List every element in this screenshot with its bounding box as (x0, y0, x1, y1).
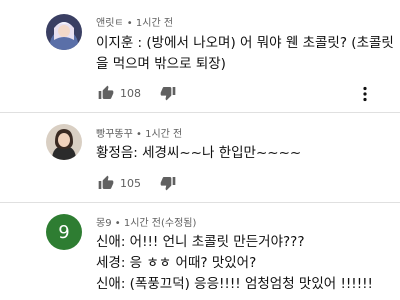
comment-text: 신애: 어!!! 언니 초콜릿 만든거야??? 세경: 응 ㅎㅎ 어때? 맛있어… (96, 232, 392, 295)
author-name[interactable]: 빵꾸똥꾸 (96, 129, 133, 140)
comment-line: 신애: 어!!! 언니 초콜릿 만든거야??? (96, 234, 305, 250)
separator: • (114, 218, 121, 229)
avatar-letter: 9 (58, 221, 70, 243)
comment-line: 을 먹으며 밖으로 퇴장) (96, 56, 226, 72)
comment-line: 황정음: 세경씨~~나 한입만~~~~ (96, 145, 302, 161)
like-count: 105 (120, 176, 141, 190)
author-line: 몽9 • 1시간 전(수정됨) (96, 214, 196, 229)
divider (0, 112, 400, 113)
divider (0, 202, 400, 203)
separator: • (136, 129, 142, 140)
thumb-down-icon[interactable] (160, 85, 176, 101)
comment-line: 이지훈 : (방에서 나오며) 어 뭐야 웬 초콜릿? (초콜릿 (96, 35, 394, 51)
thumb-up-icon[interactable] (98, 85, 114, 101)
timestamp[interactable]: 1시간 전 (136, 18, 173, 29)
comment-line: 세경: 응 ㅎㅎ 어때? 맛있어? (96, 255, 257, 271)
action-row: 108 (98, 83, 176, 103)
author-name[interactable]: 앤릿ㅌ (96, 18, 124, 29)
timestamp[interactable]: 1시간 전 (145, 129, 182, 140)
avatar[interactable] (46, 124, 82, 160)
comment-text: 황정음: 세경씨~~나 한입만~~~~ (96, 143, 392, 164)
thumb-up-icon[interactable] (98, 175, 114, 191)
author-name[interactable]: 몽9 (96, 218, 112, 229)
more-vert-icon[interactable] (362, 86, 368, 102)
author-line: 앤릿ㅌ • 1시간 전 (96, 14, 173, 29)
separator: • (126, 18, 133, 29)
comment-line: 신애: (폭풍끄덕) 응응!!!! 엄청엄청 맛있어 !!!!!! (96, 276, 373, 292)
like-count: 108 (120, 86, 141, 100)
avatar[interactable] (46, 14, 82, 50)
author-line: 빵꾸똥꾸 • 1시간 전 (96, 125, 182, 140)
action-row: 105 (98, 173, 176, 193)
avatar[interactable]: 9 (46, 214, 82, 250)
thumb-down-icon[interactable] (160, 175, 176, 191)
comment-text: 이지훈 : (방에서 나오며) 어 뭐야 웬 초콜릿? (초콜릿 을 먹으며 밖… (96, 33, 394, 75)
timestamp[interactable]: 1시간 전(수정됨) (124, 218, 197, 229)
